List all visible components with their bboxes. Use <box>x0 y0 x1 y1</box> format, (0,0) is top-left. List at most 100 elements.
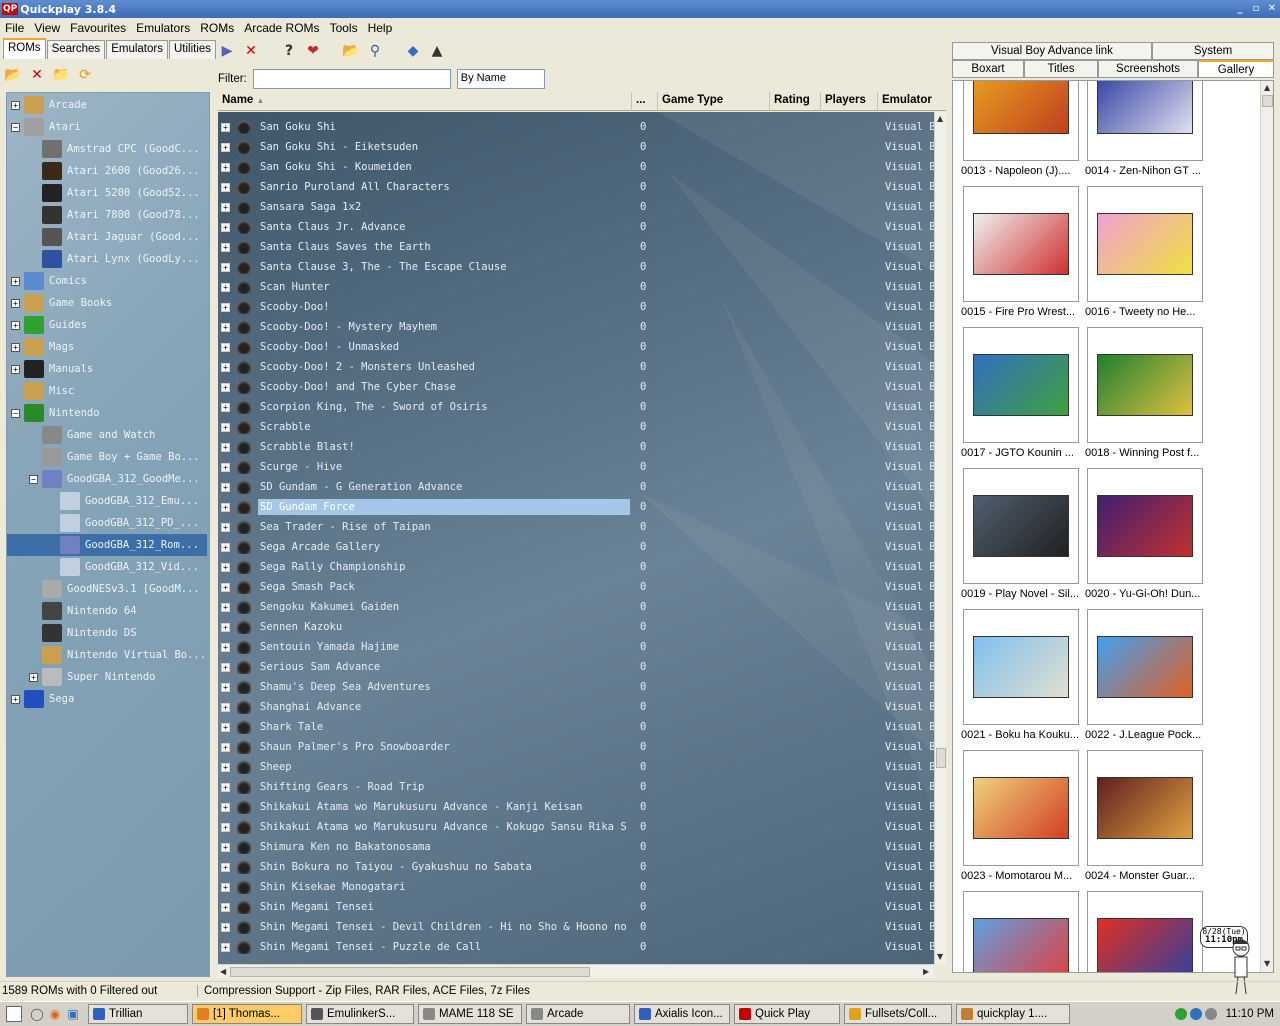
rom-row[interactable]: + Shark Tale 0 Visual B <box>218 717 934 737</box>
rom-row[interactable]: + Sheep 0 Visual B <box>218 757 934 777</box>
rom-expand-icon[interactable]: + <box>221 302 230 312</box>
rom-row[interactable]: + Scan Hunter 0 Visual B <box>218 277 934 297</box>
menu-view[interactable]: View <box>29 21 65 35</box>
rom-row[interactable]: + Scooby-Doo! and The Cyber Chase 0 Visual … <box>218 377 934 397</box>
gallery-thumbnail[interactable] <box>1087 609 1203 725</box>
column-game-type[interactable]: Game Type <box>658 92 770 111</box>
tree-node[interactable]: + Arcade <box>11 94 87 116</box>
rom-row[interactable]: + Shin Megami Tensei 0 Visual B <box>218 897 934 917</box>
quicklaunch-firefox-icon[interactable]: ◉ <box>46 1005 64 1023</box>
tree-node[interactable]: Nintendo DS <box>29 622 137 644</box>
tree-node[interactable]: + Super Nintendo <box>29 666 156 688</box>
tree-node[interactable]: GoodGBA_312_Vid... <box>47 556 199 578</box>
gallery-item[interactable]: 0018 - Winning Post f... <box>1085 327 1207 467</box>
quicklaunch-desktop-icon[interactable]: ◯ <box>28 1005 46 1023</box>
properties-icon[interactable]: 📁 <box>52 66 70 84</box>
tray-icon[interactable] <box>1174 1008 1187 1020</box>
column-name[interactable]: Name ▲ <box>218 92 632 111</box>
rom-expand-icon[interactable]: + <box>221 622 230 632</box>
rom-row[interactable]: + San Goku Shi 0 Visual B <box>218 117 934 137</box>
play-icon[interactable]: ▶ <box>218 42 236 60</box>
rom-row[interactable]: + Scooby-Doo! - Mystery Mayhem 0 Visual B <box>218 317 934 337</box>
gallery-thumbnail[interactable] <box>963 891 1079 972</box>
tab-utilities[interactable]: Utilities <box>168 40 217 59</box>
gallery-thumbnail[interactable] <box>1087 891 1203 972</box>
rom-row[interactable]: + Sansara Saga 1x2 0 Visual B <box>218 197 934 217</box>
rom-row[interactable]: + Scurge - Hive 0 Visual B <box>218 457 934 477</box>
rom-expand-icon[interactable]: + <box>221 882 230 892</box>
rom-row[interactable]: + Santa Claus Saves the Earth 0 Visual B <box>218 237 934 257</box>
rom-expand-icon[interactable]: + <box>221 362 230 372</box>
gallery-thumbnail[interactable] <box>1087 81 1203 161</box>
taskbar-button[interactable]: Quick Play <box>734 1004 840 1024</box>
tree-node[interactable]: GoodGBA_312_PD_... <box>47 512 199 534</box>
rom-row[interactable]: + Shikakui Atama wo Marukusuru Advance - … <box>218 797 934 817</box>
rom-expand-icon[interactable]: + <box>221 842 230 852</box>
rom-row[interactable]: + Scrabble Blast! 0 Visual B <box>218 437 934 457</box>
rom-row[interactable]: + Shikakui Atama wo Marukusuru Advance - … <box>218 817 934 837</box>
tree-node[interactable]: + Mags <box>11 336 74 358</box>
gallery-item[interactable]: 0024 - Monster Guar... <box>1085 750 1207 890</box>
tree-node[interactable]: Atari Lynx (GoodLy... <box>29 248 200 270</box>
gallery-thumbnail[interactable] <box>1087 468 1203 584</box>
tab-searches[interactable]: Searches <box>46 40 106 59</box>
rom-expand-icon[interactable]: + <box>221 922 230 932</box>
tray-icon[interactable] <box>1189 1008 1202 1020</box>
gallery-thumbnail[interactable] <box>963 609 1079 725</box>
rom-expand-icon[interactable]: + <box>221 342 230 352</box>
minimize-button[interactable]: _ <box>1232 2 1248 16</box>
rom-expand-icon[interactable]: + <box>221 162 230 172</box>
rom-row[interactable]: + Sanrio Puroland All Characters 0 Visual B <box>218 177 934 197</box>
taskbar-button[interactable]: Arcade <box>526 1004 630 1024</box>
tree-node[interactable]: Game and Watch <box>29 424 156 446</box>
rom-row[interactable]: + Shin Bokura no Taiyou - Gyakushuu no Sa… <box>218 857 934 877</box>
column-players[interactable]: Players <box>821 92 878 111</box>
tree-node[interactable]: + Comics <box>11 270 87 292</box>
rom-row[interactable]: + Shifting Gears - Road Trip 0 Visual B <box>218 777 934 797</box>
rom-row[interactable]: + Scooby-Doo! - Unmasked 0 Visual B <box>218 337 934 357</box>
refresh-icon[interactable]: ⟳ <box>76 66 94 84</box>
menu-file[interactable]: File <box>0 21 29 35</box>
rom-row[interactable]: + Sentouin Yamada Hajime 0 Visual B <box>218 637 934 657</box>
rom-expand-icon[interactable]: + <box>221 322 230 332</box>
remove-icon[interactable]: ✕ <box>242 42 260 60</box>
tree-node[interactable]: Atari 5200 (Good52... <box>29 182 200 204</box>
gallery-thumbnail[interactable] <box>963 327 1079 443</box>
gallery-item[interactable]: 0023 - Momotarou M... <box>961 750 1083 890</box>
gallery-item[interactable] <box>963 891 1083 972</box>
gallery-item[interactable]: 0013 - Napoleon (J).... <box>961 81 1083 185</box>
rom-row[interactable]: + SD Gundam Force 0 Visual B <box>218 497 934 517</box>
tree-expander-icon[interactable]: + <box>11 364 20 374</box>
tree-expander-icon[interactable]: + <box>29 672 38 682</box>
tab-visual-boy-advance-link[interactable]: Visual Boy Advance link <box>952 42 1152 60</box>
menu-help[interactable]: Help <box>363 21 398 35</box>
rom-row[interactable]: + Shin Kisekae Monogatari 0 Visual B <box>218 877 934 897</box>
rom-row[interactable]: + Shin Megami Tensei - Puzzle de Call 0 Vis… <box>218 937 934 957</box>
menu-favourites[interactable]: Favourites <box>65 21 131 35</box>
rom-expand-icon[interactable]: + <box>221 702 230 712</box>
rom-expand-icon[interactable]: + <box>221 662 230 672</box>
rom-folder-tree[interactable]: + Arcade − Atari Amstrad CPC (GoodC... Atari … <box>6 92 210 977</box>
tree-node[interactable]: GoodGBA_312_Rom... <box>7 534 207 556</box>
tree-node[interactable]: − GoodGBA_312_GoodMe... <box>29 468 200 490</box>
joystick-icon[interactable]: ▲ <box>428 42 446 60</box>
tree-node[interactable]: GoodNESv3.1 [GoodM... <box>29 578 200 600</box>
tree-expander-icon[interactable]: + <box>11 320 20 330</box>
rom-row[interactable]: + San Goku Shi - Eiketsuden 0 Visual B <box>218 137 934 157</box>
menu-emulators[interactable]: Emulators <box>131 21 195 35</box>
rom-expand-icon[interactable]: + <box>221 762 230 772</box>
tree-node[interactable]: − Nintendo <box>11 402 100 424</box>
tree-expander-icon[interactable]: − <box>11 408 20 418</box>
maximize-button[interactable]: ▫ <box>1248 2 1264 16</box>
tray-clock[interactable]: 11:10 PM <box>1226 1008 1274 1020</box>
taskbar-button[interactable]: Axialis Icon... <box>634 1004 730 1024</box>
tree-expander-icon[interactable]: − <box>29 474 38 484</box>
gallery-thumbnail[interactable] <box>963 81 1079 161</box>
menu-arcade-roms[interactable]: Arcade ROMs <box>239 21 324 35</box>
tree-expander-icon[interactable]: − <box>11 122 20 132</box>
rom-expand-icon[interactable]: + <box>221 122 230 132</box>
rom-expand-icon[interactable]: + <box>221 422 230 432</box>
rom-expand-icon[interactable]: + <box>221 682 230 692</box>
taskbar-button[interactable]: Trillian <box>88 1004 188 1024</box>
rom-expand-icon[interactable]: + <box>221 582 230 592</box>
